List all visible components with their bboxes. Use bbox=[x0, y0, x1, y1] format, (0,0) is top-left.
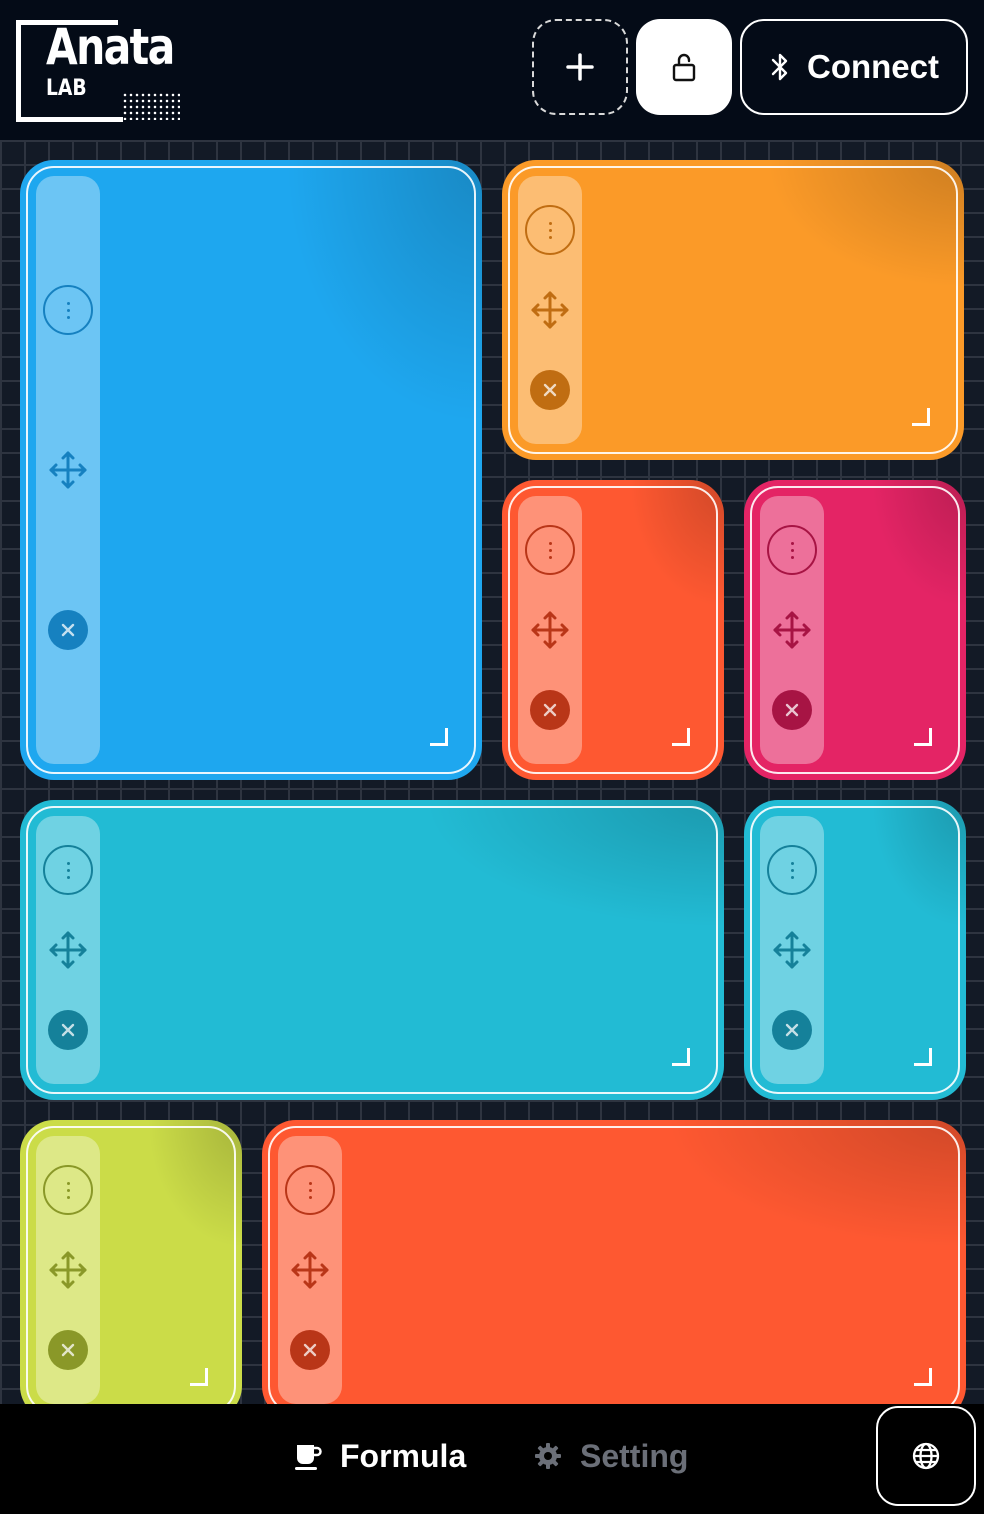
move-icon[interactable] bbox=[766, 604, 818, 656]
tile-handle-bar bbox=[36, 1136, 100, 1404]
tile-cyan-wide[interactable] bbox=[20, 800, 724, 1100]
unlock-icon bbox=[672, 53, 696, 82]
tile-handle-bar bbox=[760, 496, 824, 764]
tile-inner-border bbox=[268, 1126, 960, 1404]
move-icon[interactable] bbox=[766, 924, 818, 976]
more-vertical-icon[interactable] bbox=[284, 1164, 336, 1216]
bottom-nav-bar: Formula Setting bbox=[0, 1404, 984, 1514]
app-header: Anata LAB Connect bbox=[0, 0, 984, 140]
add-tile-button[interactable] bbox=[532, 19, 628, 115]
close-icon[interactable] bbox=[524, 684, 576, 736]
coffee-cup-icon bbox=[295, 1445, 322, 1470]
tile-handle-bar bbox=[36, 176, 100, 764]
tile-orange[interactable] bbox=[502, 160, 964, 460]
globe-icon bbox=[912, 1442, 940, 1470]
more-vertical-icon[interactable] bbox=[42, 1164, 94, 1216]
plus-icon bbox=[566, 53, 594, 81]
close-icon[interactable] bbox=[42, 1324, 94, 1376]
resize-corner-icon[interactable] bbox=[672, 728, 690, 746]
more-vertical-icon[interactable] bbox=[524, 524, 576, 576]
resize-corner-icon[interactable] bbox=[914, 1368, 932, 1386]
resize-corner-icon[interactable] bbox=[914, 1048, 932, 1066]
close-icon[interactable] bbox=[766, 1004, 818, 1056]
tile-handle-bar bbox=[518, 496, 582, 764]
nav-formula[interactable]: Formula bbox=[294, 1432, 466, 1480]
tile-red-small[interactable] bbox=[502, 480, 724, 780]
language-button[interactable] bbox=[876, 1406, 976, 1506]
bluetooth-icon bbox=[771, 53, 788, 81]
tile-lime[interactable] bbox=[20, 1120, 242, 1404]
close-icon[interactable] bbox=[42, 1004, 94, 1056]
tile-shading bbox=[262, 1120, 966, 1404]
tile-cyan-small[interactable] bbox=[744, 800, 966, 1100]
tile-blue[interactable] bbox=[20, 160, 482, 780]
connect-label: Connect bbox=[807, 48, 939, 85]
gear-icon bbox=[535, 1443, 561, 1469]
tile-handle-bar bbox=[36, 816, 100, 1084]
tile-red-wide[interactable] bbox=[262, 1120, 966, 1404]
tile-shading bbox=[20, 800, 724, 1100]
tile-pink[interactable] bbox=[744, 480, 966, 780]
nav-setting-label: Setting bbox=[580, 1437, 689, 1474]
more-vertical-icon[interactable] bbox=[766, 844, 818, 896]
close-icon[interactable] bbox=[766, 684, 818, 736]
resize-corner-icon[interactable] bbox=[190, 1368, 208, 1386]
close-icon[interactable] bbox=[284, 1324, 336, 1376]
tile-handle-bar bbox=[518, 176, 582, 444]
more-vertical-icon[interactable] bbox=[42, 284, 94, 336]
move-icon[interactable] bbox=[42, 1244, 94, 1296]
move-icon[interactable] bbox=[524, 284, 576, 336]
nav-formula-label: Formula bbox=[340, 1437, 467, 1474]
tile-board bbox=[0, 140, 984, 1404]
logo-sub: LAB bbox=[46, 76, 87, 101]
more-vertical-icon[interactable] bbox=[524, 204, 576, 256]
tile-handle-bar bbox=[760, 816, 824, 1084]
move-icon[interactable] bbox=[524, 604, 576, 656]
resize-corner-icon[interactable] bbox=[912, 408, 930, 426]
move-icon[interactable] bbox=[42, 444, 94, 496]
move-icon[interactable] bbox=[284, 1244, 336, 1296]
tile-handle-bar bbox=[278, 1136, 342, 1404]
anata-lab-logo: Anata LAB bbox=[16, 20, 186, 124]
connect-button[interactable]: Connect bbox=[740, 19, 968, 115]
more-vertical-icon[interactable] bbox=[766, 524, 818, 576]
resize-corner-icon[interactable] bbox=[672, 1048, 690, 1066]
logo-name: Anata bbox=[46, 18, 175, 76]
close-icon[interactable] bbox=[42, 604, 94, 656]
resize-corner-icon[interactable] bbox=[430, 728, 448, 746]
resize-corner-icon[interactable] bbox=[914, 728, 932, 746]
lock-toggle-button[interactable] bbox=[636, 19, 732, 115]
more-vertical-icon[interactable] bbox=[42, 844, 94, 896]
tile-inner-border bbox=[26, 806, 718, 1094]
close-icon[interactable] bbox=[524, 364, 576, 416]
nav-setting[interactable]: Setting bbox=[534, 1432, 688, 1480]
move-icon[interactable] bbox=[42, 924, 94, 976]
logo-dot-pattern bbox=[122, 92, 180, 120]
